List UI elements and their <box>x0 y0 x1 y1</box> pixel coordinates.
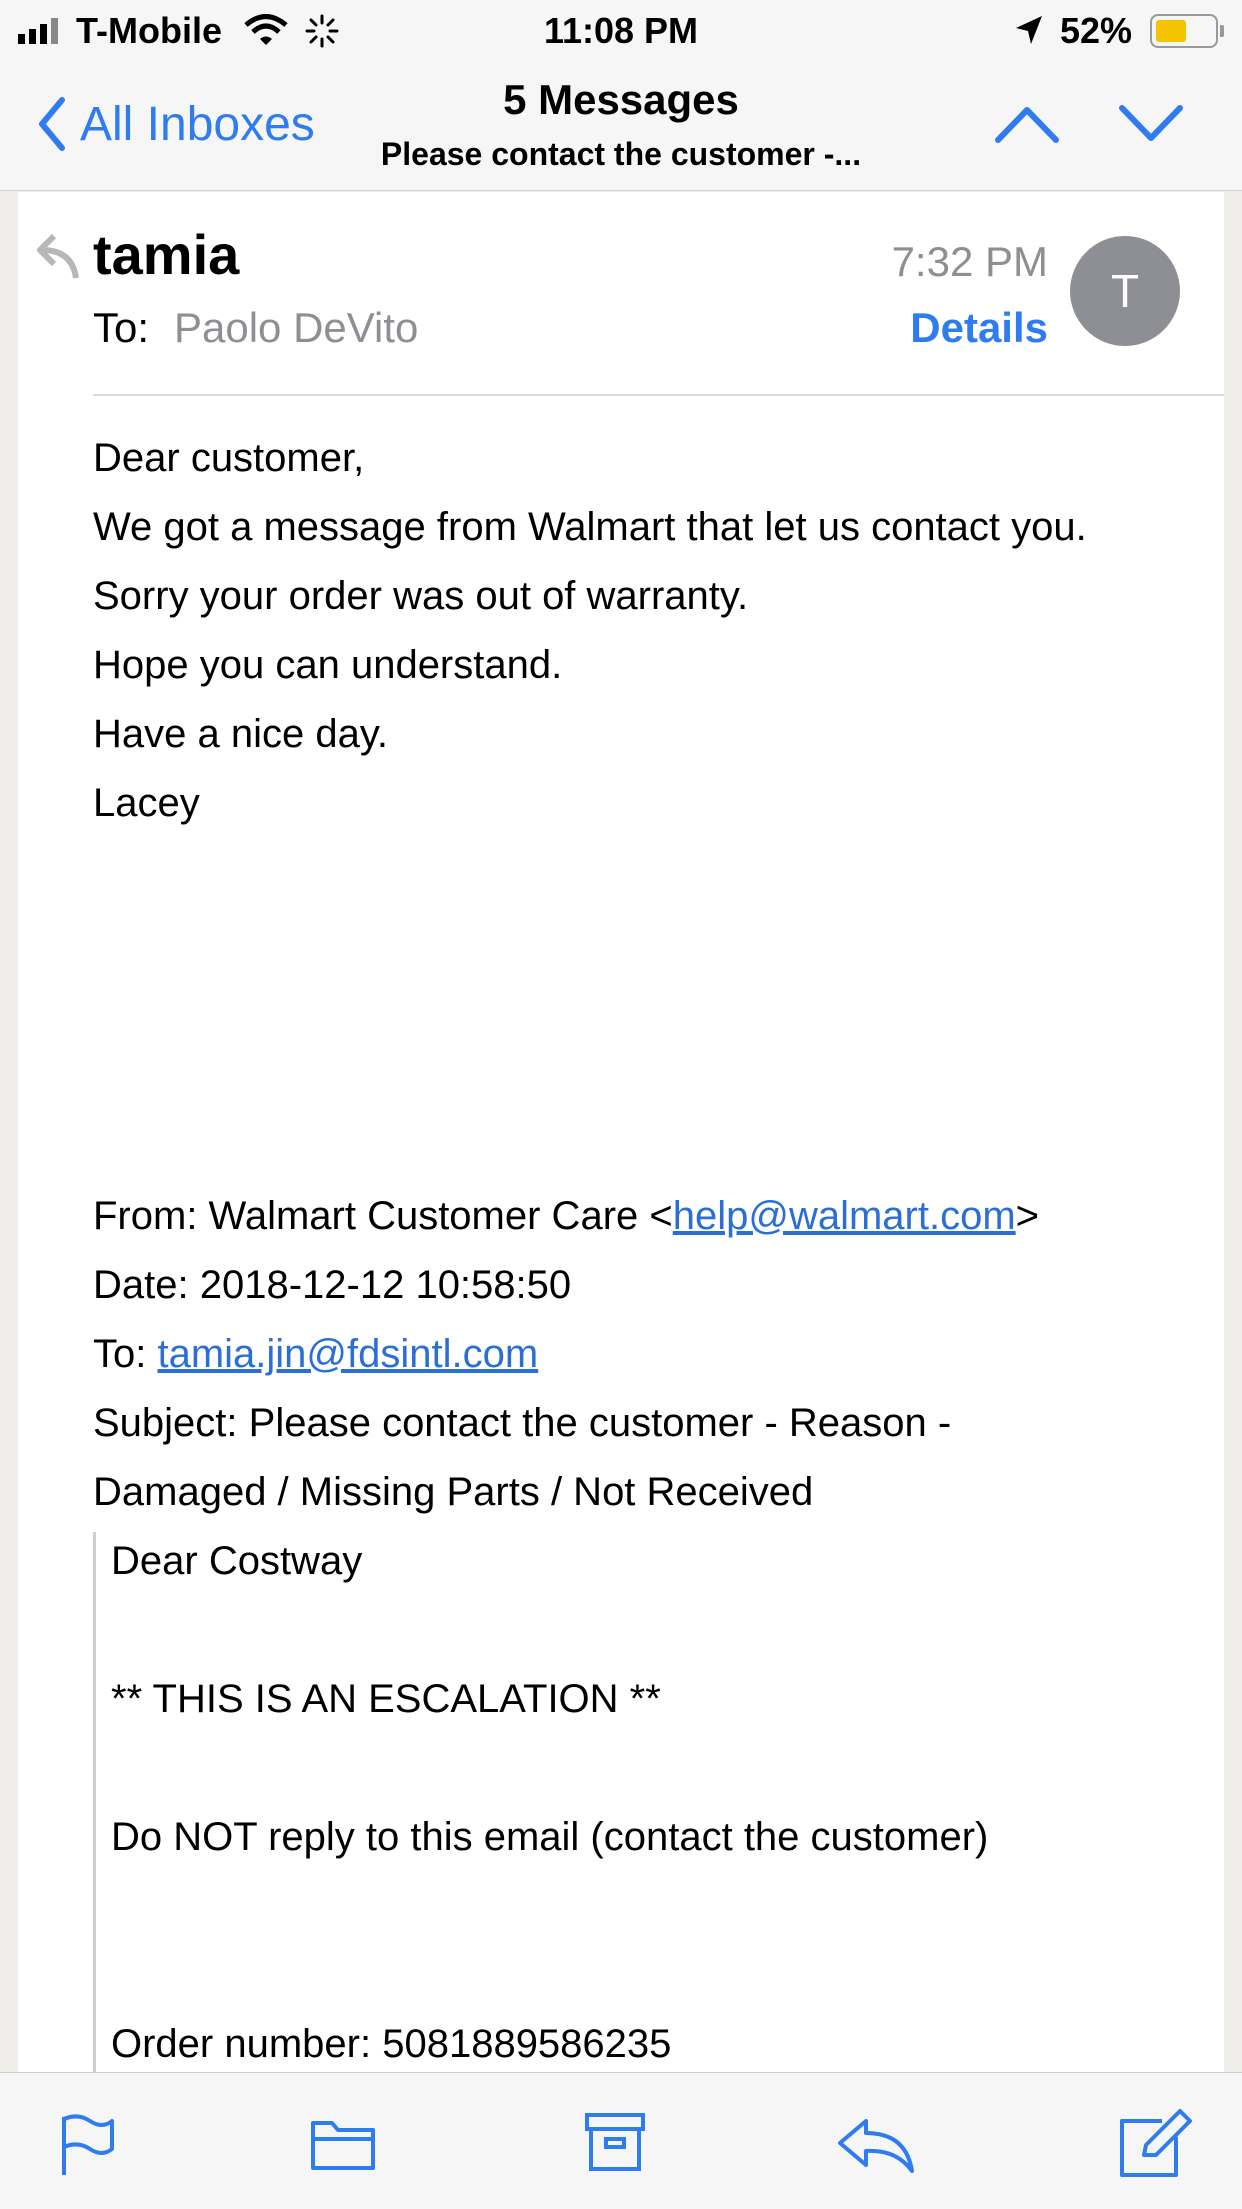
body-line: We got a message from Walmart that let u… <box>93 505 1087 549</box>
forward-subject: Subject: Please contact the customer - R… <box>93 1401 952 1445</box>
chevron-left-icon <box>39 97 65 151</box>
next-message-icon[interactable] <box>1118 104 1184 144</box>
flag-icon[interactable] <box>58 2113 118 2177</box>
body-line: Hope you can understand. <box>93 643 563 687</box>
navigation-bar: All Inboxes 5 Messages Please contact th… <box>0 62 1242 191</box>
forward-subject-continued: Damaged / Missing Parts / Not Received <box>93 1470 814 1514</box>
forward-date: Date: 2018-12-12 10:58:50 <box>93 1263 572 1307</box>
quoted-line: Dear Costway <box>111 1539 363 1583</box>
location-arrow-icon <box>1016 16 1042 44</box>
recipient-name[interactable]: Paolo DeVito <box>174 304 418 352</box>
previous-message-icon[interactable] <box>994 104 1060 144</box>
back-label: All Inboxes <box>80 97 315 151</box>
body-line: Have a nice day. <box>93 712 388 756</box>
quoted-line: ** THIS IS AN ESCALATION ** <box>111 1677 661 1721</box>
back-button[interactable]: All Inboxes <box>36 92 315 156</box>
details-link[interactable]: Details <box>800 304 1048 352</box>
nav-title: 5 Messages <box>503 76 739 123</box>
reply-icon[interactable] <box>836 2117 916 2173</box>
quote-bar <box>93 1532 96 2072</box>
sender-name[interactable]: tamia <box>93 222 239 287</box>
to-email-link[interactable]: tamia.jin@fdsintl.com <box>157 1332 538 1376</box>
message-view: tamia To: Paolo DeVito 7:32 PM Details T… <box>18 192 1224 2072</box>
body-line: Sorry your order was out of warranty. <box>93 574 749 618</box>
compose-icon[interactable] <box>1118 2107 1194 2179</box>
avatar[interactable]: T <box>1070 236 1180 346</box>
from-email-link[interactable]: help@walmart.com <box>673 1194 1016 1238</box>
replied-indicator-icon <box>37 233 79 279</box>
bottom-toolbar <box>0 2072 1242 2209</box>
nav-subtitle: Please contact the customer -... <box>380 136 862 172</box>
body-greeting: Dear customer, <box>93 436 365 480</box>
battery-percent: 52% <box>1060 10 1133 51</box>
quoted-line: Order number: 5081889586235 <box>111 2022 672 2066</box>
battery-icon <box>1150 14 1224 48</box>
quoted-line: Do NOT reply to this email (contact the … <box>111 1815 989 1859</box>
avatar-initial: T <box>1110 265 1140 317</box>
signature: Lacey <box>93 781 200 825</box>
status-bar: T-Mobile 11:08 PM 52% <box>0 0 1242 62</box>
archive-icon[interactable] <box>584 2111 646 2173</box>
header-divider <box>93 394 1224 396</box>
clock: 11:08 PM <box>543 10 699 51</box>
folder-icon[interactable] <box>310 2115 376 2171</box>
battery-level <box>1156 20 1186 42</box>
forward-to: To: tamia.jin@fdsintl.com <box>93 1332 539 1376</box>
message-time: 7:32 PM <box>891 238 1048 285</box>
forward-from: From: Walmart Customer Care <help@walmar… <box>93 1194 1040 1238</box>
to-label: To: <box>93 304 150 351</box>
